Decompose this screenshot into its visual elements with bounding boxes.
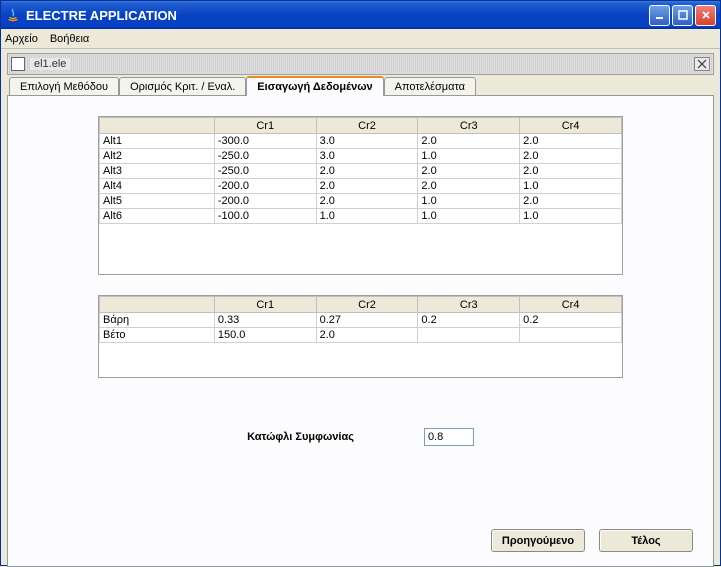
threshold-row: Κατώφλι Συμφωνίας [98,428,623,446]
table-cell[interactable]: 1.0 [418,209,520,224]
alternatives-table-wrap: Cr1 Cr2 Cr3 Cr4 Alt1-300.03.02.02.0Alt2-… [98,116,623,275]
header-cr4[interactable]: Cr4 [520,118,622,134]
table-row: Alt6-100.01.01.01.0 [100,209,622,224]
minimize-button[interactable] [649,5,670,26]
table-cell[interactable]: 2.0 [520,134,622,149]
internal-frame-titlebar: el1.ele [7,53,714,75]
table-cell[interactable]: 1.0 [418,149,520,164]
threshold-input[interactable] [424,428,474,446]
table-cell[interactable]: 1.0 [316,209,418,224]
header-cr1-2[interactable]: Cr1 [214,297,316,313]
params-table-wrap: Cr1 Cr2 Cr3 Cr4 Βάρη0.330.270.20.2Βέτο15… [98,295,623,378]
menu-bar: Αρχείο Βοήθεια [1,29,720,49]
table-cell[interactable]: Alt2 [100,149,215,164]
table-cell[interactable]: -100.0 [214,209,316,224]
params-table[interactable]: Cr1 Cr2 Cr3 Cr4 Βάρη0.330.270.20.2Βέτο15… [99,296,622,343]
table-cell[interactable]: -300.0 [214,134,316,149]
java-icon [5,7,21,23]
table-cell[interactable]: -250.0 [214,164,316,179]
internal-frame-title: el1.ele [30,58,70,70]
header-cr4-2[interactable]: Cr4 [520,297,622,313]
tab-pane: Επιλογή Μεθόδου Ορισμός Κριτ. / Εναλ. Ει… [7,75,714,567]
menu-file[interactable]: Αρχείο [5,33,38,45]
table-cell[interactable]: 0.27 [316,313,418,328]
tab-strip: Επιλογή Μεθόδου Ορισμός Κριτ. / Εναλ. Ει… [7,75,714,95]
table-row: Alt3-250.02.02.02.0 [100,164,622,179]
table-cell[interactable]: 2.0 [520,149,622,164]
table-cell[interactable]: 1.0 [418,194,520,209]
table-row: Alt2-250.03.01.02.0 [100,149,622,164]
wizard-buttons: Προηγούμενο Τέλος [491,529,693,552]
previous-button[interactable]: Προηγούμενο [491,529,585,552]
table-cell[interactable] [520,328,622,343]
table-row: Alt5-200.02.01.02.0 [100,194,622,209]
table-cell[interactable]: 2.0 [418,164,520,179]
header-cr2[interactable]: Cr2 [316,118,418,134]
table-cell[interactable]: 2.0 [520,194,622,209]
table-cell[interactable]: 2.0 [520,164,622,179]
table-cell[interactable]: 2.0 [316,179,418,194]
table-row: Alt4-200.02.02.01.0 [100,179,622,194]
table-cell[interactable]: 3.0 [316,134,418,149]
table-cell[interactable]: 2.0 [418,134,520,149]
table-cell[interactable]: -200.0 [214,179,316,194]
header-cr3-2[interactable]: Cr3 [418,297,520,313]
window-controls [649,5,716,26]
alternatives-table[interactable]: Cr1 Cr2 Cr3 Cr4 Alt1-300.03.02.02.0Alt2-… [99,117,622,224]
window-title: ELECTRE APPLICATION [26,8,649,23]
app-window: ELECTRE APPLICATION Αρχείο Βοήθεια el1.e… [0,0,721,566]
table-cell[interactable]: 3.0 [316,149,418,164]
alternatives-table-empty [99,224,622,274]
tab-results[interactable]: Αποτελέσματα [384,77,476,96]
maximize-button[interactable] [672,5,693,26]
internal-close-button[interactable] [694,57,710,71]
header-cr1[interactable]: Cr1 [214,118,316,134]
table-row: Βέτο150.02.0 [100,328,622,343]
tab-data-entry[interactable]: Εισαγωγή Δεδομένων [246,76,383,96]
table-cell[interactable]: 150.0 [214,328,316,343]
menu-help[interactable]: Βοήθεια [50,33,89,45]
header-blank[interactable] [100,118,215,134]
table-cell[interactable]: Βάρη [100,313,215,328]
table-cell[interactable]: Alt4 [100,179,215,194]
table-row: Βάρη0.330.270.20.2 [100,313,622,328]
title-bar: ELECTRE APPLICATION [1,1,720,29]
table-cell[interactable]: 0.2 [520,313,622,328]
tab-criteria-definition[interactable]: Ορισμός Κριτ. / Εναλ. [119,77,246,96]
table-cell[interactable]: Alt1 [100,134,215,149]
table-cell[interactable]: 0.2 [418,313,520,328]
table-cell[interactable]: 2.0 [418,179,520,194]
finish-button[interactable]: Τέλος [599,529,693,552]
document-icon [11,57,25,71]
table-cell[interactable]: Βέτο [100,328,215,343]
table-cell[interactable]: 0.33 [214,313,316,328]
table-cell[interactable]: -200.0 [214,194,316,209]
header-cr3[interactable]: Cr3 [418,118,520,134]
tab-method-selection[interactable]: Επιλογή Μεθόδου [9,77,119,96]
table-cell[interactable]: Alt6 [100,209,215,224]
table-cell[interactable]: 2.0 [316,194,418,209]
table-cell[interactable]: 1.0 [520,179,622,194]
table-cell[interactable] [418,328,520,343]
table-cell[interactable]: 1.0 [520,209,622,224]
threshold-label: Κατώφλι Συμφωνίας [247,431,354,443]
table-row: Alt1-300.03.02.02.0 [100,134,622,149]
tab-content: Cr1 Cr2 Cr3 Cr4 Alt1-300.03.02.02.0Alt2-… [7,95,714,567]
table-cell[interactable]: Alt3 [100,164,215,179]
table-cell[interactable]: 2.0 [316,164,418,179]
close-button[interactable] [695,5,716,26]
table-cell[interactable]: -250.0 [214,149,316,164]
table-cell[interactable]: Alt5 [100,194,215,209]
header-blank-2[interactable] [100,297,215,313]
header-cr2-2[interactable]: Cr2 [316,297,418,313]
params-table-empty [99,343,622,377]
table-cell[interactable]: 2.0 [316,328,418,343]
